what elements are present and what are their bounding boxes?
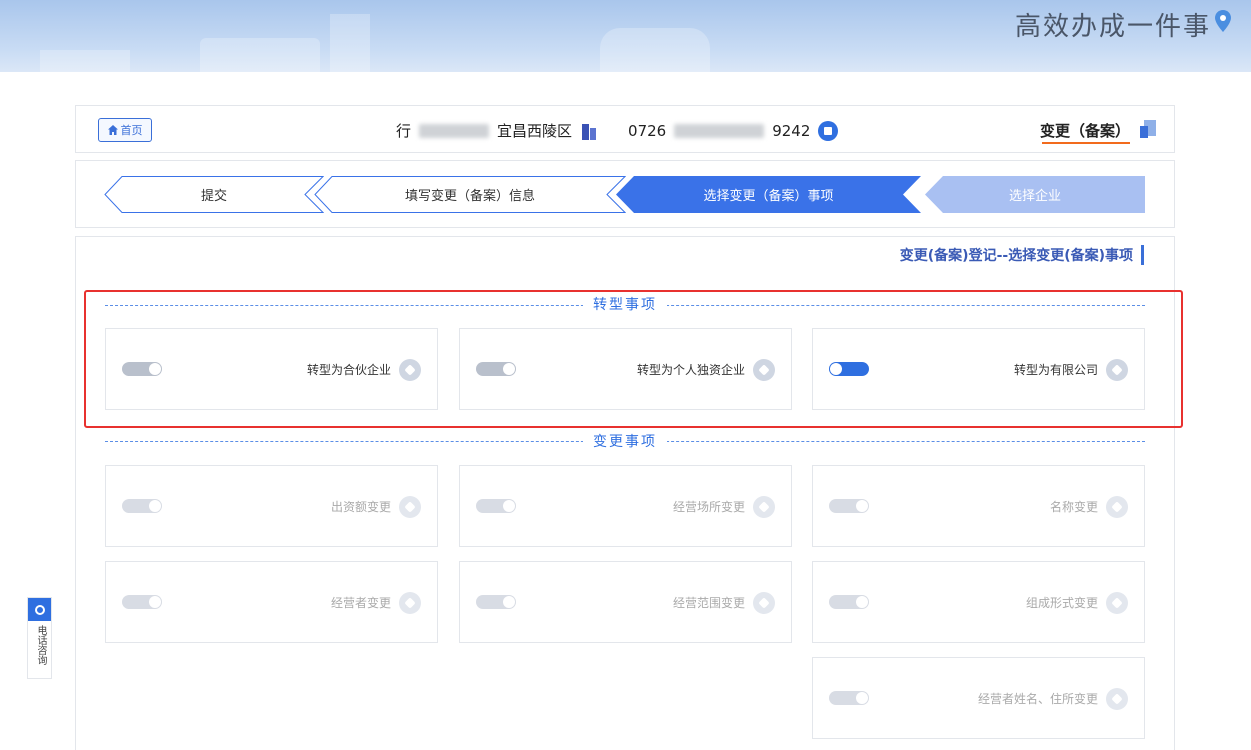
item-toggle[interactable]	[122, 595, 162, 609]
building-icon	[582, 123, 597, 140]
item-card[interactable]: 组成形式变更	[812, 561, 1145, 643]
item-label: 经营者姓名、住所变更	[977, 692, 1098, 706]
phone-icon	[28, 598, 51, 621]
item-label: 组成形式变更	[1025, 596, 1098, 610]
home-icon	[107, 125, 118, 135]
redacted-text	[419, 123, 490, 138]
item-toggle[interactable]	[829, 691, 869, 705]
item-card[interactable]: 经营者变更	[105, 561, 438, 643]
redacted-text	[674, 123, 765, 138]
step-label: 填写变更（备案）信息	[404, 189, 535, 204]
home-button[interactable]: 首页	[98, 118, 152, 142]
item-label: 名称变更	[1049, 500, 1098, 514]
item-card[interactable]: 经营范围变更	[459, 561, 792, 643]
credit-code-end: 0726	[628, 121, 667, 140]
step-select-enterprise[interactable]: 选择企业	[925, 176, 1145, 213]
item-toggle[interactable]	[476, 499, 516, 513]
business-type-label: 变更（备案）	[1039, 122, 1130, 140]
item-label: 出资额变更	[330, 500, 391, 514]
item-toggle[interactable]	[476, 595, 516, 609]
org-icon	[1106, 592, 1128, 614]
company-info-bar: 首页 行 宜昌西陵区 0726 9242 变更（备案）	[75, 105, 1175, 153]
business-type-underline	[1042, 142, 1130, 144]
step-label: 选择变更（备案）事项	[703, 189, 834, 204]
banner-decoration	[330, 14, 370, 72]
step-fill-info[interactable]: 填写变更（备案）信息	[314, 176, 626, 213]
item-label: 经营范围变更	[672, 596, 745, 610]
item-card[interactable]: 名称变更	[812, 465, 1145, 547]
progress-steps: 选择企业 选择变更（备案）事项 填写变更（备案）信息 提交	[75, 160, 1175, 228]
company-name-end: 行	[396, 122, 412, 140]
banner-decoration	[600, 28, 710, 72]
location-pin-icon	[1215, 10, 1231, 32]
id-card-icon	[818, 120, 839, 141]
document-icon	[1140, 120, 1156, 138]
tag-icon	[1106, 496, 1128, 518]
item-toggle[interactable]	[829, 595, 869, 609]
phone-consult-label: 电话咨询	[35, 625, 46, 665]
banner-decoration	[200, 38, 320, 72]
company-name-start: 宜昌西陵区	[497, 122, 573, 140]
banner-decoration	[40, 50, 130, 72]
group-title: 变更事项	[583, 431, 667, 451]
item-card[interactable]: 经营场所变更	[459, 465, 792, 547]
users-icon	[1106, 688, 1128, 710]
banner-title: 高效办成一件事	[1014, 12, 1211, 42]
phone-consult-widget[interactable]: 电话咨询	[27, 597, 52, 679]
step-label: 提交	[200, 189, 227, 204]
briefcase-icon	[753, 592, 775, 614]
home-button-label: 首页	[120, 124, 143, 137]
credit-code-start: 9242	[772, 121, 811, 140]
item-label: 经营场所变更	[672, 500, 745, 514]
home-icon	[753, 496, 775, 518]
money-bag-icon	[399, 496, 421, 518]
step-label: 选择企业	[1008, 189, 1061, 204]
highlight-box	[84, 290, 1183, 428]
section-title: 变更(备案)登记--选择变更(备案)事项	[900, 245, 1144, 265]
step-select-items[interactable]: 选择变更（备案）事项	[616, 176, 921, 213]
item-card[interactable]: 出资额变更	[105, 465, 438, 547]
item-toggle[interactable]	[829, 499, 869, 513]
item-toggle[interactable]	[122, 499, 162, 513]
item-label: 经营者变更	[330, 596, 391, 610]
item-card[interactable]: 经营者姓名、住所变更	[812, 657, 1145, 739]
company-info: 行 宜昌西陵区 0726 9242	[396, 120, 839, 141]
step-submit[interactable]: 提交	[104, 176, 324, 213]
header-banner: 高效办成一件事	[0, 0, 1251, 72]
users-icon	[399, 592, 421, 614]
